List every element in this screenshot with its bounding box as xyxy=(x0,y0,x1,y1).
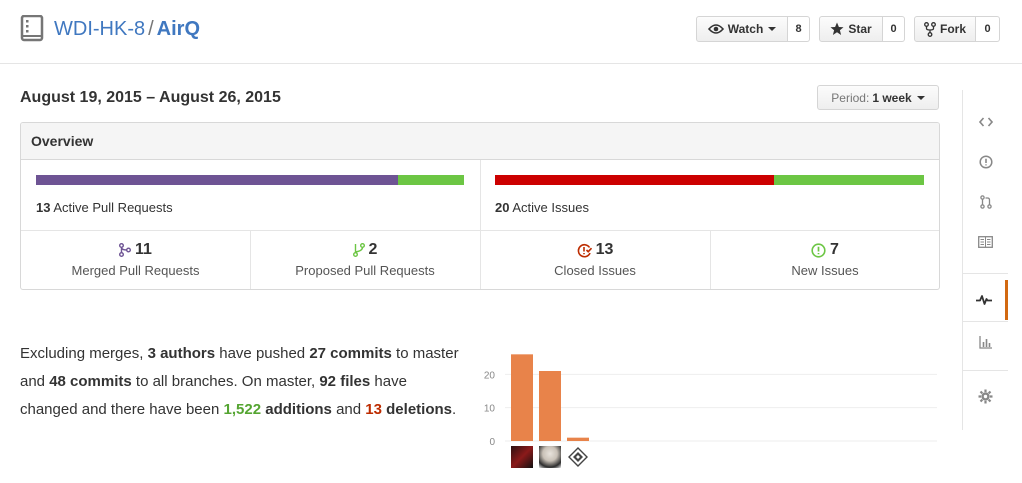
new-issues-value: 7 xyxy=(830,241,839,258)
watch-label: Watch xyxy=(727,22,764,36)
star-icon xyxy=(830,22,844,35)
repo-name-link[interactable]: AirQ xyxy=(157,18,200,40)
closed-issues-bar[interactable] xyxy=(495,175,774,185)
star-count[interactable]: 0 xyxy=(883,16,905,42)
sidebar-divider xyxy=(963,273,1008,274)
sidebar-item-pulse[interactable] xyxy=(963,280,1008,320)
contributor-bar[interactable] xyxy=(511,354,533,441)
contributors-chart: 0 10 20 xyxy=(475,330,945,475)
deletions-count: 13 xyxy=(365,401,382,418)
period-select[interactable]: Period: 1 week xyxy=(817,85,939,110)
new-issues-bar[interactable] xyxy=(774,175,924,185)
proposed-pr-label: Proposed Pull Requests xyxy=(295,263,435,278)
summary-text: have pushed xyxy=(215,345,310,362)
watch-count[interactable]: 8 xyxy=(788,16,810,42)
repo-owner-link[interactable]: WDI-HK-8 xyxy=(54,18,145,40)
star-label: Star xyxy=(848,22,872,36)
period-label: Period: xyxy=(831,90,870,105)
closed-issue-icon xyxy=(577,243,592,257)
additions-count: 1,522 xyxy=(223,401,262,418)
closed-issues-value: 13 xyxy=(595,241,614,258)
active-issues-label: Active Issues xyxy=(512,200,589,215)
overview-title: Overview xyxy=(21,123,939,160)
overview-panel: Overview 13 Active Pull Requests 20 Acti… xyxy=(20,122,940,290)
summary-text: to all branches. On master, xyxy=(131,373,320,390)
new-issues-stat[interactable]: 7 New Issues xyxy=(710,231,939,289)
summary-text: and xyxy=(331,401,366,418)
y-tick-label: 0 xyxy=(489,437,495,448)
sidebar-item-graphs[interactable] xyxy=(963,322,1008,362)
active-pr-summary[interactable]: 13 Active Pull Requests xyxy=(36,200,173,215)
repo-icon xyxy=(20,15,44,42)
graph-icon xyxy=(978,336,992,349)
sidebar-item-pull-requests[interactable] xyxy=(963,182,1008,222)
sidebar-item-code[interactable] xyxy=(963,102,1008,142)
settings-icon xyxy=(978,389,993,403)
fork-button[interactable]: Fork xyxy=(914,16,976,42)
eye-icon xyxy=(707,24,724,34)
y-tick-label: 20 xyxy=(484,370,496,381)
active-pr-count: 13 xyxy=(36,200,51,215)
pull-request-icon xyxy=(979,195,992,209)
period-value: 1 week xyxy=(872,90,912,105)
y-tick-label: 10 xyxy=(484,404,496,415)
wiki-icon xyxy=(978,236,993,248)
merged-pr-value: 11 xyxy=(135,241,152,258)
authors-count: 3 authors xyxy=(147,345,216,362)
repo-nav-sidebar xyxy=(962,90,1022,430)
code-icon xyxy=(978,117,993,127)
issue-icon xyxy=(978,155,993,169)
new-issue-icon xyxy=(811,242,826,258)
fork-icon xyxy=(924,21,936,37)
additions-label: additions xyxy=(265,401,332,418)
avatar[interactable] xyxy=(567,446,589,468)
merged-pr-icon xyxy=(119,243,132,257)
active-pr-label: Active Pull Requests xyxy=(53,200,173,215)
fork-count[interactable]: 0 xyxy=(976,16,1000,42)
new-issues-label: New Issues xyxy=(791,263,859,278)
merged-pr-stat[interactable]: 11 Merged Pull Requests xyxy=(21,231,250,289)
avatar[interactable] xyxy=(511,446,533,468)
closed-issues-stat[interactable]: 13 Closed Issues xyxy=(480,231,709,289)
date-range-title: August 19, 2015 – August 26, 2015 xyxy=(20,89,281,106)
contributor-bar[interactable] xyxy=(539,371,561,441)
active-issues-count: 20 xyxy=(495,200,510,215)
star-button[interactable]: Star xyxy=(819,16,883,42)
avatar[interactable] xyxy=(539,446,561,468)
merged-pr-bar[interactable] xyxy=(36,175,398,185)
sidebar-item-settings[interactable] xyxy=(963,376,1008,416)
master-commits-count: 27 commits xyxy=(309,345,392,362)
repo-title: WDI-HK-8/AirQ xyxy=(54,16,200,42)
sidebar-divider xyxy=(963,370,1008,371)
commit-summary: Excluding merges, 3 authors have pushed … xyxy=(20,340,460,424)
proposed-pr-value: 2 xyxy=(368,241,378,258)
summary-text: . xyxy=(452,401,457,418)
proposed-pr-icon xyxy=(352,243,365,257)
proposed-pr-bar[interactable] xyxy=(398,175,464,185)
watch-button[interactable]: Watch xyxy=(696,16,788,42)
proposed-pr-stat[interactable]: 2 Proposed Pull Requests xyxy=(250,231,479,289)
contributor-bar[interactable] xyxy=(567,437,589,441)
fork-label: Fork xyxy=(939,22,966,36)
repo-separator: / xyxy=(148,18,154,40)
closed-issues-label: Closed Issues xyxy=(554,263,636,278)
pulse-icon xyxy=(976,295,992,305)
chevron-down-icon xyxy=(916,95,925,100)
summary-text: Excluding merges, xyxy=(20,345,148,362)
files-changed-count: 92 files xyxy=(319,373,371,390)
sidebar-item-wiki[interactable] xyxy=(963,222,1008,262)
repo-header: WDI-HK-8/AirQ Watch 8 Star 0 Fork 0 xyxy=(0,0,1022,64)
merged-pr-label: Merged Pull Requests xyxy=(71,263,200,278)
active-issues-summary[interactable]: 20 Active Issues xyxy=(495,200,589,215)
all-commits-count: 48 commits xyxy=(49,373,132,390)
chevron-down-icon xyxy=(768,27,777,31)
sidebar-item-issues[interactable] xyxy=(963,142,1008,182)
deletions-label: deletions xyxy=(386,401,452,418)
